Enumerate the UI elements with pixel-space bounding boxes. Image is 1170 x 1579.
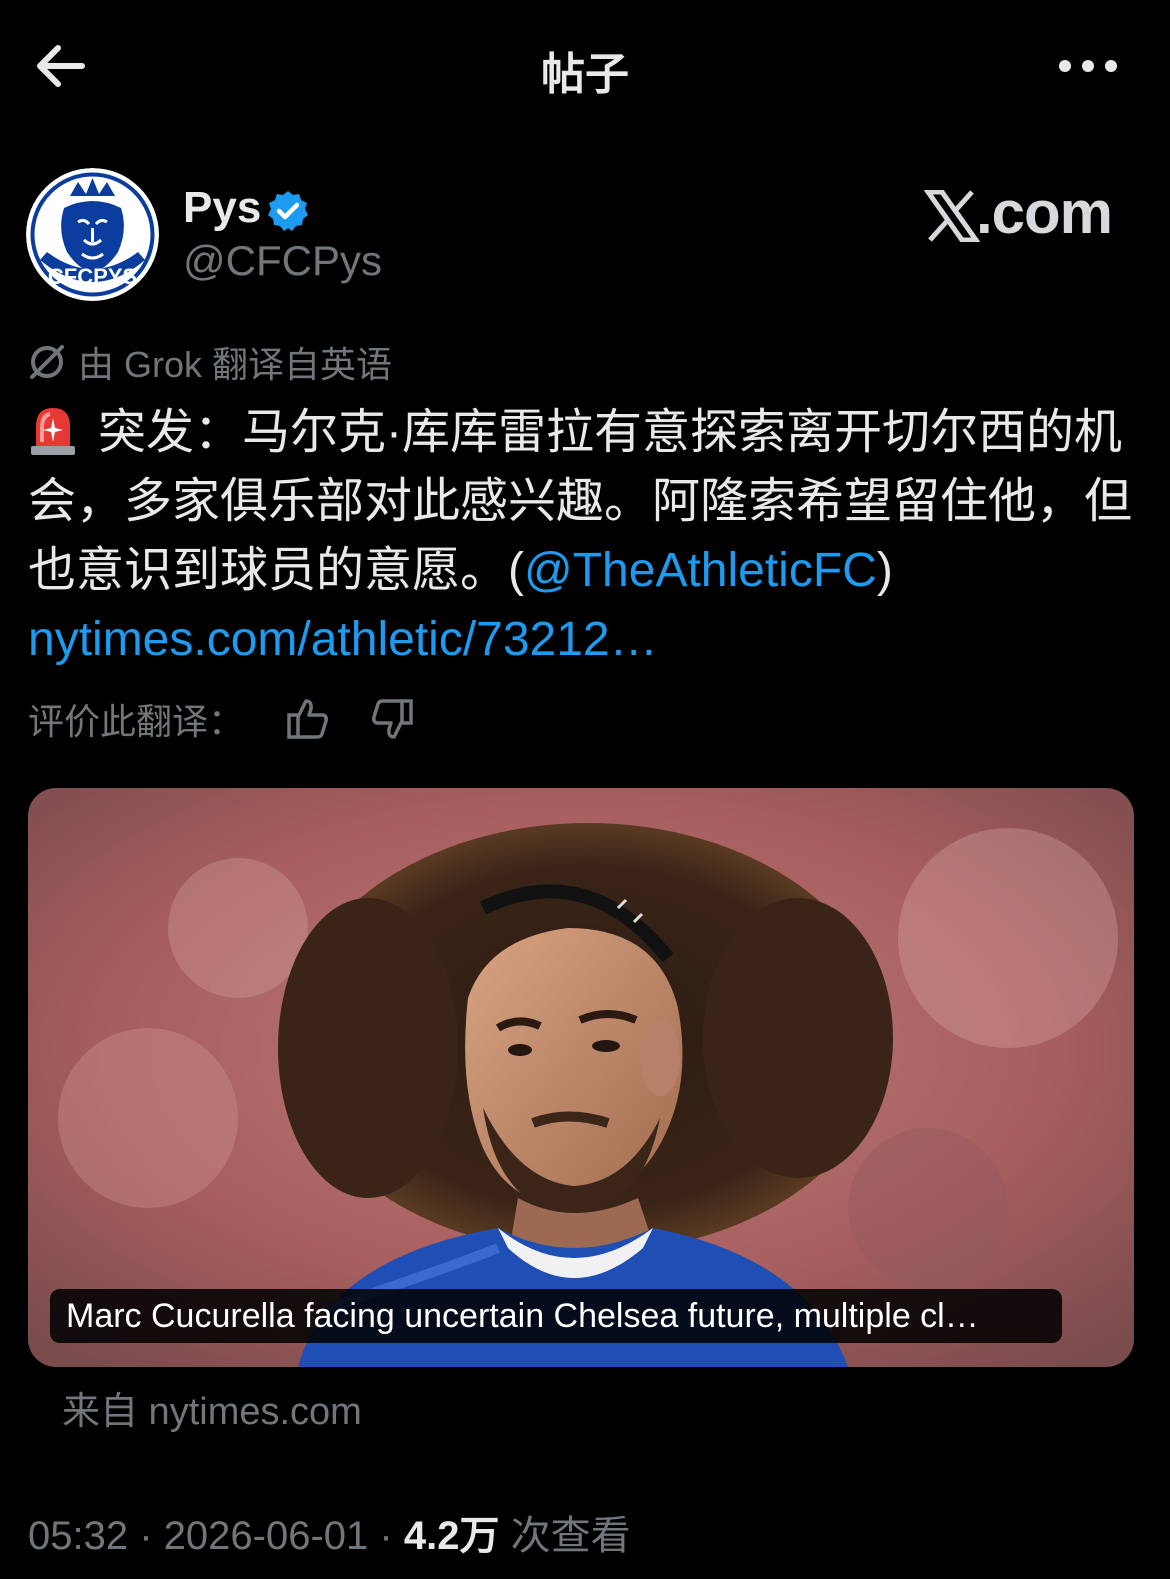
thumbs-up-button[interactable] <box>280 695 336 743</box>
link-preview-card[interactable]: Marc Cucurella facing uncertain Chelsea … <box>28 788 1134 1367</box>
view-count[interactable]: 4.2万 <box>404 1514 500 1558</box>
tweet-date: 2026-06-01 <box>163 1514 369 1558</box>
article-url-link[interactable]: nytimes.com/athletic/73212… <box>28 613 658 666</box>
tweet-time: 05:32 <box>28 1514 129 1558</box>
card-caption: Marc Cucurella facing uncertain Chelsea … <box>50 1289 1062 1343</box>
mention-link[interactable]: @TheAthleticFC <box>524 544 877 597</box>
author-handle[interactable]: @CFCPys <box>183 237 382 285</box>
siren-emoji-icon <box>31 408 75 455</box>
tweet-meta: 05:32 · 2026-06-01 · 4.2万 次查看 <box>28 1503 631 1561</box>
tweet-text-close: ) <box>876 544 893 597</box>
top-bar: 帖子 <box>0 0 1170 135</box>
view-count-label: 次查看 <box>510 1514 631 1558</box>
thumbs-up-icon <box>287 699 328 739</box>
author-display-name[interactable]: Pys <box>183 183 261 233</box>
cfcpys-logo: CFCPYS <box>26 168 159 301</box>
thumbs-down-icon <box>372 699 413 739</box>
tweet-text: 突发：马尔克·库库雷拉有意探索离开切尔西的机会，多家俱乐部对此感兴趣。阿隆索希望… <box>28 398 1143 674</box>
x-logo-icon <box>924 190 980 242</box>
page-title: 帖子 <box>541 50 629 99</box>
meta-separator: · <box>379 1514 393 1558</box>
verified-badge-icon <box>268 191 308 231</box>
brand-domain: .com <box>975 179 1113 246</box>
more-options-button[interactable] <box>1056 44 1120 88</box>
thumbs-down-button[interactable] <box>364 695 420 743</box>
ellipsis-icon <box>1059 60 1117 72</box>
grok-icon <box>30 345 64 379</box>
article-photo <box>28 788 1134 1367</box>
rate-translation-row: 评价此翻译： <box>28 694 448 744</box>
avatar-text: CFCPYS <box>48 264 137 289</box>
rate-translation-label: 评价此翻译： <box>28 701 245 742</box>
avatar[interactable]: CFCPYS <box>26 168 159 301</box>
meta-separator: · <box>139 1514 153 1558</box>
translation-notice[interactable]: 由 Grok 翻译自英语 <box>28 338 392 386</box>
card-source[interactable]: 来自 nytimes.com <box>62 1380 362 1435</box>
translation-notice-text: 由 Grok 翻译自英语 <box>78 344 393 385</box>
